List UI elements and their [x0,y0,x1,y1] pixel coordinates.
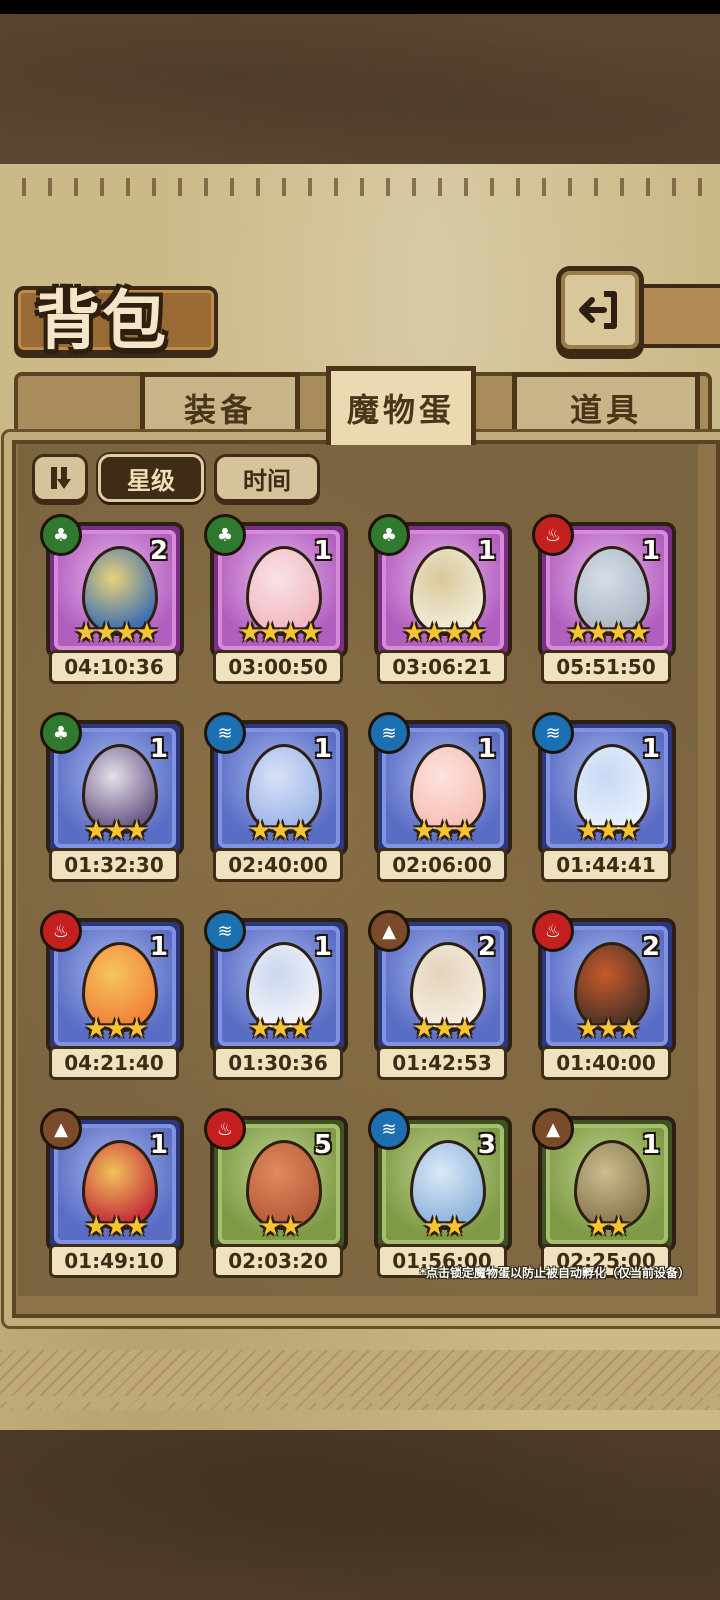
back-button[interactable] [556,266,644,354]
hatch-timer: 01:30:36 [213,1046,343,1080]
water-element-icon: ≋ [204,712,246,754]
earth-element-icon: ▲ [532,1108,574,1150]
tab-label: 魔物蛋 [346,391,455,429]
hatch-timer: 02:40:00 [213,848,343,882]
fire-element-icon: ♨ [532,910,574,952]
earth-element-icon: ▲ [368,910,410,952]
tab-equipment[interactable]: 装备 [140,372,300,439]
egg-count: 1 [477,734,496,764]
water-element-icon: ≋ [368,712,410,754]
egg-count: 1 [313,932,332,962]
parchment-edge-bottom [0,1350,720,1424]
water-element-icon: ≋ [532,712,574,754]
grass-element-icon: ♣ [40,712,82,754]
star-rating: ★★★ [576,1014,641,1044]
hatch-timer: 01:44:41 [541,848,671,882]
fire-element-icon: ♨ [204,1108,246,1150]
star-rating: ★★★★ [402,618,486,648]
sort-order-icon [51,467,71,489]
map-background-top [0,14,720,164]
egg-count: 2 [149,536,168,566]
sort-order-button[interactable] [32,454,88,502]
egg-count: 1 [641,536,660,566]
earth-element-icon: ▲ [40,1108,82,1150]
star-rating: ★★★ [248,816,313,846]
status-bar [0,0,720,14]
egg-count: 1 [641,734,660,764]
hatch-timer: 03:00:50 [213,650,343,684]
hatch-timer: 01:49:10 [49,1244,179,1278]
hatch-timer: 05:51:50 [541,650,671,684]
hatch-timer: 04:10:36 [49,650,179,684]
hatch-timer: 01:42:53 [377,1046,507,1080]
star-rating: ★★ [586,1212,631,1242]
hatch-timer: 01:40:00 [541,1046,671,1080]
star-rating: ★★★ [84,816,149,846]
page-title: 背包 [36,284,168,359]
grass-element-icon: ♣ [368,514,410,556]
egg-count: 1 [641,1130,660,1160]
egg-count: 1 [149,734,168,764]
back-arrow-icon [579,291,617,329]
water-element-icon: ≋ [368,1108,410,1150]
hatch-timer: 03:06:21 [377,650,507,684]
egg-count: 1 [313,734,332,764]
fire-element-icon: ♨ [532,514,574,556]
grass-element-icon: ♣ [204,514,246,556]
star-rating: ★★★★ [74,618,158,648]
sort-by-time-button[interactable]: 时间 [214,454,320,502]
egg-count: 3 [477,1130,496,1160]
hatch-timer: 04:21:40 [49,1046,179,1080]
star-rating: ★★★ [412,1014,477,1044]
star-rating: ★★★★ [238,618,322,648]
hatch-timer: 02:03:20 [213,1244,343,1278]
tab-label: 装备 [183,391,256,429]
egg-count: 1 [149,932,168,962]
water-element-icon: ≋ [204,910,246,952]
lock-hint-text: *点击锁定魔物蛋以防止被自动孵化（仅当前设备） [419,1266,690,1280]
tab-label: 道具 [569,391,642,429]
egg-count: 1 [149,1130,168,1160]
egg-count: 1 [313,536,332,566]
fire-element-icon: ♨ [40,910,82,952]
egg-count: 2 [641,932,660,962]
tab-items[interactable]: 道具 [512,372,700,439]
egg-count: 1 [477,536,496,566]
star-rating: ★★★ [248,1014,313,1044]
map-background-bottom [0,1430,720,1600]
egg-count: 2 [477,932,496,962]
tab-monster-eggs[interactable]: 魔物蛋 [326,366,476,445]
star-rating: ★★★ [412,816,477,846]
star-rating: ★★★ [84,1212,149,1242]
star-rating: ★★★ [576,816,641,846]
star-rating: ★★ [258,1212,303,1242]
hatch-timer: 01:32:30 [49,848,179,882]
star-rating: ★★ [422,1212,467,1242]
star-rating: ★★★★ [566,618,650,648]
hatch-timer: 02:06:00 [377,848,507,882]
parchment-edge-top [0,178,720,196]
star-rating: ★★★ [84,1014,149,1044]
sort-by-star-button[interactable]: 星级 [98,454,204,502]
grass-element-icon: ♣ [40,514,82,556]
egg-count: 5 [313,1130,332,1160]
